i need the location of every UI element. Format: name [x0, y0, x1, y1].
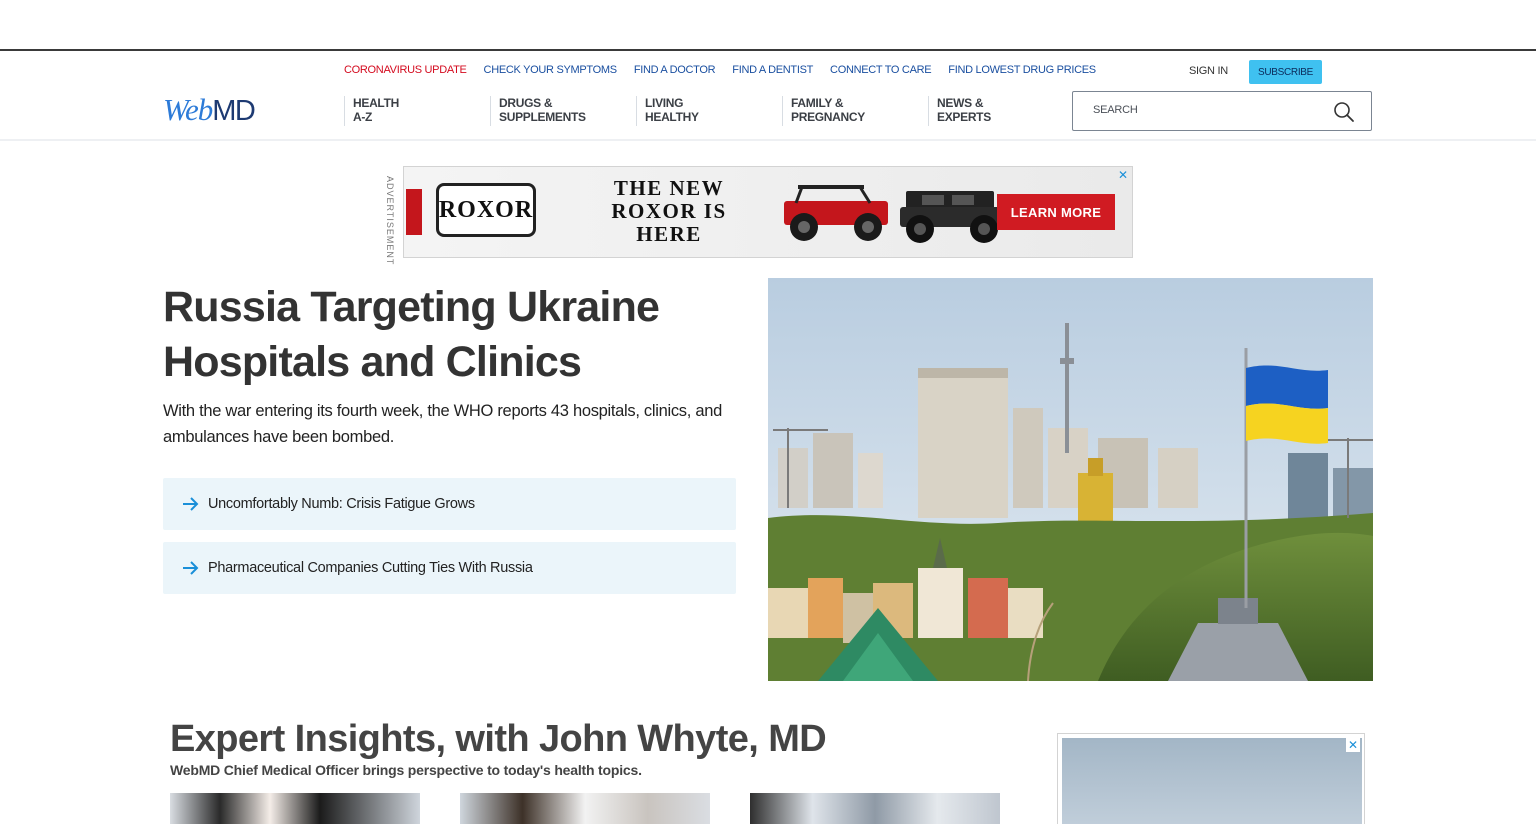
- insights-video-thumbnail[interactable]: [460, 793, 710, 824]
- hero-dek: With the war entering its fourth week, t…: [163, 402, 722, 446]
- sidebar-ad[interactable]: ✕: [1057, 733, 1365, 824]
- hero-headline[interactable]: Russia Targeting Ukraine Hospitals and C…: [163, 280, 743, 390]
- related-link-label: Pharmaceutical Companies Cutting Ties Wi…: [208, 560, 533, 576]
- learn-more-button[interactable]: LEARN MORE: [997, 194, 1115, 230]
- subscribe-button[interactable]: SUBSCRIBE: [1249, 60, 1322, 84]
- hero-image-kyiv-skyline[interactable]: [768, 278, 1373, 681]
- arrow-right-icon: [183, 497, 199, 511]
- insights-heading[interactable]: Expert Insights, with John Whyte, MD: [170, 714, 827, 764]
- util-link-coronavirus-update[interactable]: CORONAVIRUS UPDATE: [344, 63, 467, 77]
- util-link-connect-to-care[interactable]: CONNECT TO CARE: [830, 63, 932, 77]
- insights-subtitle: WebMD Chief Medical Officer brings persp…: [170, 762, 642, 778]
- search-icon[interactable]: [1333, 101, 1355, 123]
- ad-banner[interactable]: ROXOR THE NEW ROXOR IS HERE LEARN MORE ✕: [403, 166, 1133, 258]
- insights-video-thumbnail[interactable]: [170, 793, 420, 824]
- advertisement-label: ADVERTISEMENT: [385, 176, 395, 266]
- nav-family-pregnancy[interactable]: FAMILY & PREGNANCY: [782, 96, 928, 126]
- header-divider: [0, 139, 1536, 141]
- arrow-right-icon: [183, 561, 199, 575]
- logo-web: Web: [163, 92, 213, 127]
- ad-close-icon[interactable]: ✕: [1346, 738, 1360, 752]
- red-jeep-icon: [784, 185, 888, 241]
- main-nav: HEALTH A-Z DRUGS & SUPPLEMENTS LIVING HE…: [344, 96, 1074, 126]
- nav-living-healthy[interactable]: LIVING HEALTHY: [636, 96, 782, 126]
- roxor-logo: ROXOR: [436, 183, 536, 237]
- util-link-find-dentist[interactable]: FIND A DENTIST: [732, 63, 813, 77]
- kyiv-skyline-illustration: [768, 278, 1373, 681]
- top-ad-strip: [0, 0, 1536, 51]
- sign-in-link[interactable]: SIGN IN: [1189, 65, 1228, 77]
- util-link-drug-prices[interactable]: FIND LOWEST DRUG PRICES: [948, 63, 1096, 77]
- logo-md: MD: [212, 95, 256, 127]
- sidebar-ad-image: [1062, 738, 1362, 824]
- util-link-find-doctor[interactable]: FIND A DOCTOR: [634, 63, 716, 77]
- related-link-pharma-russia[interactable]: Pharmaceutical Companies Cutting Ties Wi…: [163, 542, 736, 594]
- insights-video-thumbnail[interactable]: [750, 793, 1000, 824]
- mahindra-logo-icon: [406, 189, 422, 235]
- nav-drugs-supplements[interactable]: DRUGS & SUPPLEMENTS: [490, 96, 636, 126]
- utility-nav: CORONAVIRUS UPDATE CHECK YOUR SYMPTOMS F…: [344, 63, 1113, 77]
- related-link-crisis-fatigue[interactable]: Uncomfortably Numb: Crisis Fatigue Grows: [163, 478, 736, 530]
- search-input[interactable]: [1093, 104, 1333, 116]
- util-link-check-symptoms[interactable]: CHECK YOUR SYMPTOMS: [484, 63, 618, 77]
- nav-health-a-z[interactable]: HEALTH A-Z: [344, 96, 490, 126]
- webmd-logo[interactable]: Web MD: [163, 92, 256, 127]
- black-jeep-icon: [900, 191, 1004, 243]
- ad-close-icon[interactable]: ✕: [1116, 168, 1130, 182]
- ad-headline: THE NEW ROXOR IS HERE: [611, 176, 727, 246]
- related-link-label: Uncomfortably Numb: Crisis Fatigue Grows: [208, 496, 475, 512]
- search-box: [1072, 91, 1372, 131]
- nav-news-experts[interactable]: NEWS & EXPERTS: [928, 96, 1074, 126]
